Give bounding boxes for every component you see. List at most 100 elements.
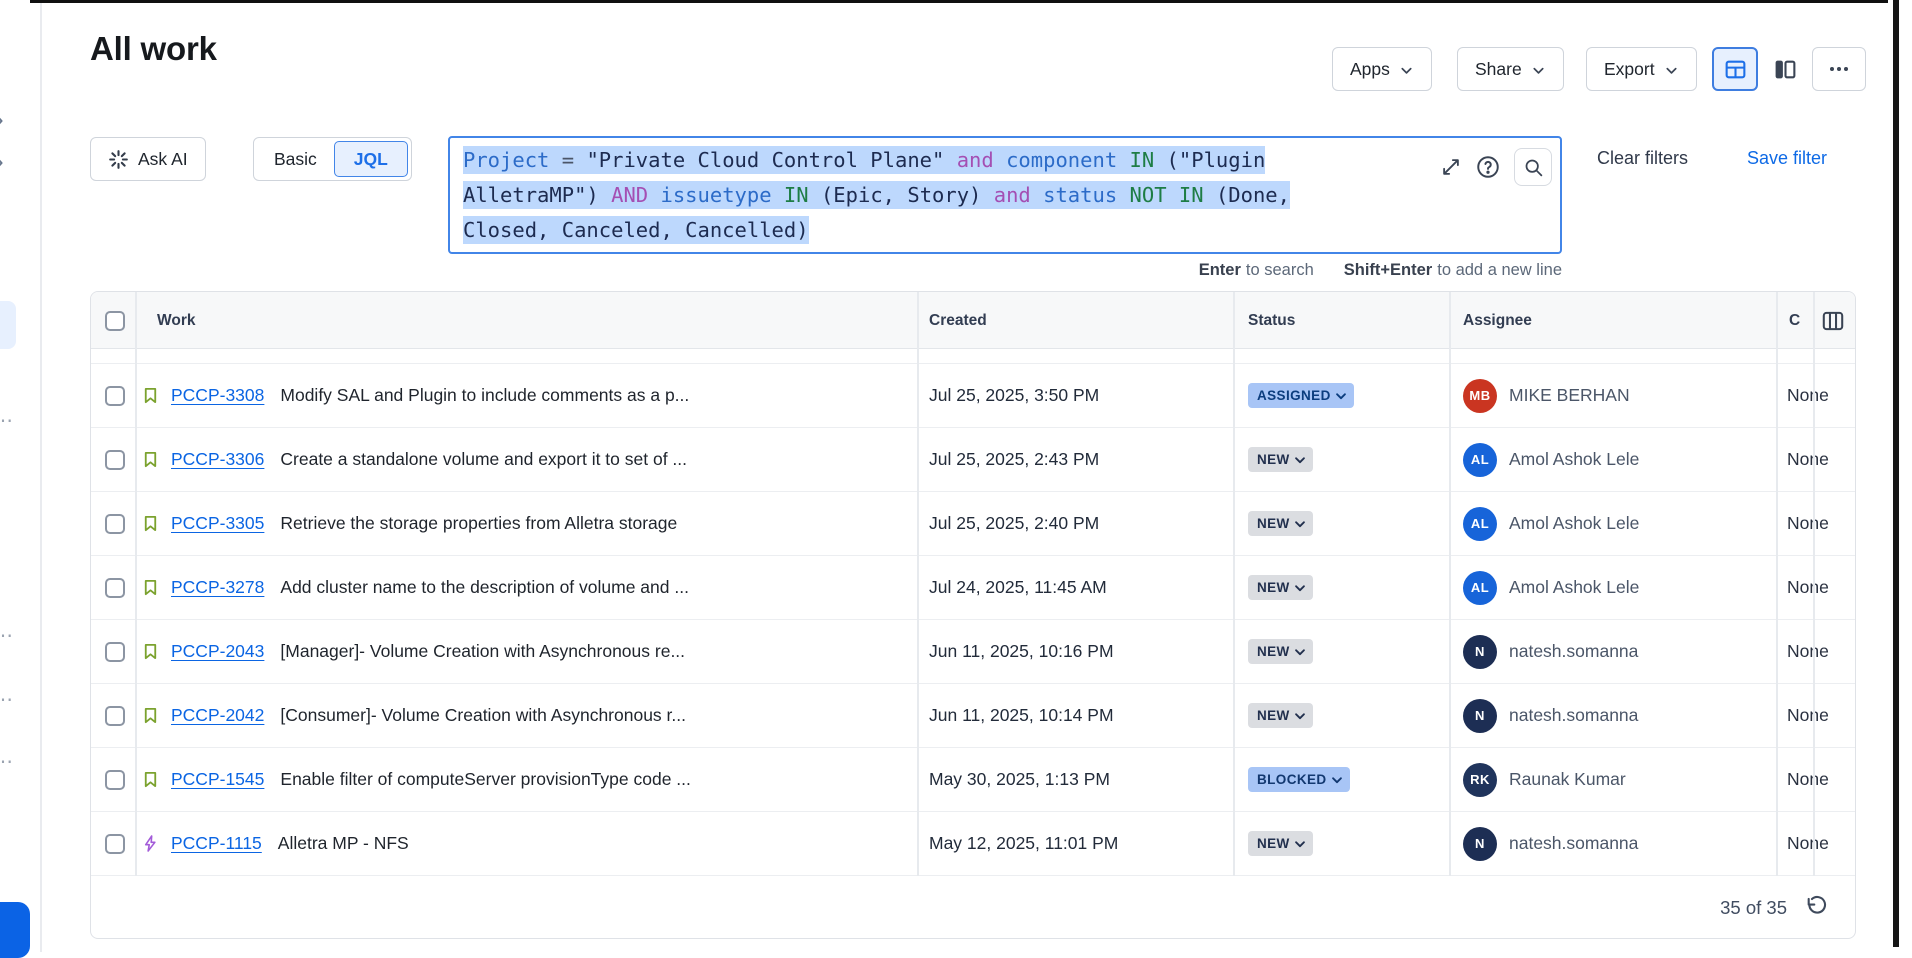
jql-token: status: [1043, 183, 1117, 207]
table-row[interactable]: PCCP-3308 Modify SAL and Plugin to inclu…: [91, 364, 1855, 428]
story-icon: [141, 386, 160, 405]
row-checkbox[interactable]: [105, 706, 125, 726]
export-button[interactable]: Export: [1586, 47, 1697, 91]
column-header-status[interactable]: Status: [1248, 292, 1295, 349]
column-header-assignee[interactable]: Assignee: [1463, 292, 1532, 349]
status-badge[interactable]: NEW: [1248, 575, 1313, 600]
table-row[interactable]: PCCP-2043 [Manager]- Volume Creation wit…: [91, 620, 1855, 684]
syntax-help-button[interactable]: [1475, 154, 1501, 180]
ellipsis-icon: ·: [0, 561, 1, 584]
status-label: BLOCKED: [1257, 772, 1327, 787]
row-checkbox[interactable]: [105, 578, 125, 598]
list-view-toggle[interactable]: [1712, 47, 1758, 91]
issue-key-link[interactable]: PCCP-3308: [171, 385, 264, 406]
status-badge[interactable]: NEW: [1248, 703, 1313, 728]
hint-shift-key: Shift+Enter: [1344, 261, 1432, 279]
table-footer: 35 of 35: [91, 876, 1855, 939]
table-body: PCCP-3308 Modify SAL and Plugin to inclu…: [91, 364, 1855, 876]
issue-key-link[interactable]: PCCP-2042: [171, 705, 264, 726]
issue-key-link[interactable]: PCCP-3306: [171, 449, 264, 470]
jql-mode-button[interactable]: JQL: [334, 141, 408, 177]
table-row[interactable]: PCCP-1545 Enable filter of computeServer…: [91, 748, 1855, 812]
ask-ai-button[interactable]: Ask AI: [90, 137, 206, 181]
jql-token: component: [1006, 148, 1117, 172]
status-label: NEW: [1257, 516, 1290, 531]
table-grid-icon: [1723, 57, 1748, 82]
row-checkbox[interactable]: [105, 450, 125, 470]
sidebar-active-item[interactable]: [0, 301, 16, 349]
issue-key-link[interactable]: PCCP-1115: [171, 833, 262, 854]
avatar: AL: [1463, 443, 1497, 477]
status-badge[interactable]: NEW: [1248, 447, 1313, 472]
chevron-down-icon: [1293, 645, 1307, 659]
created-value: Jul 25, 2025, 2:40 PM: [929, 492, 1099, 555]
more-actions-button[interactable]: [1812, 47, 1866, 91]
jql-input[interactable]: Project = "Private Cloud Control Plane" …: [448, 136, 1562, 254]
refresh-button[interactable]: [1804, 895, 1829, 920]
issue-summary: Alletra MP - NFS: [278, 833, 409, 854]
jql-token: "Private Cloud Control Plane": [586, 148, 944, 172]
status-badge[interactable]: NEW: [1248, 639, 1313, 664]
column-header-work[interactable]: Work: [157, 292, 195, 349]
basic-mode-button[interactable]: Basic: [257, 149, 334, 170]
table-row[interactable]: PCCP-1115 Alletra MP - NFS May 12, 2025,…: [91, 812, 1855, 876]
issue-key-link[interactable]: PCCP-2043: [171, 641, 264, 662]
window-top-edge: [30, 0, 1888, 3]
row-checkbox[interactable]: [105, 642, 125, 662]
status-label: NEW: [1257, 644, 1290, 659]
epic-icon: [141, 834, 160, 853]
run-search-button[interactable]: [1514, 148, 1552, 186]
column-divider: [135, 292, 137, 876]
detail-view-toggle[interactable]: [1762, 47, 1808, 91]
chevron-right-icon[interactable]: ›: [0, 151, 4, 171]
jql-token: AlletraMP"): [463, 183, 611, 207]
status-badge[interactable]: NEW: [1248, 831, 1313, 856]
status-label: NEW: [1257, 452, 1290, 467]
split-panels-icon: [1773, 57, 1798, 82]
issue-key-link[interactable]: PCCP-1545: [171, 769, 264, 790]
ellipsis-icon: ⋯: [0, 687, 14, 712]
table-row[interactable]: PCCP-3306 Create a standalone volume and…: [91, 428, 1855, 492]
story-icon: [141, 770, 160, 789]
row-checkbox[interactable]: [105, 834, 125, 854]
jql-token: (Done,: [1216, 183, 1290, 207]
configure-columns-button[interactable]: [1820, 308, 1846, 339]
chevron-right-icon[interactable]: ›: [0, 109, 4, 129]
table-row[interactable]: PCCP-3278 Add cluster name to the descri…: [91, 556, 1855, 620]
row-checkbox[interactable]: [105, 386, 125, 406]
jql-token: (Epic, Story): [821, 183, 981, 207]
floating-action-button[interactable]: [0, 902, 30, 958]
chevron-down-icon: [1334, 389, 1348, 403]
issue-summary: [Manager]- Volume Creation with Asynchro…: [280, 641, 685, 662]
table-row[interactable]: PCCP-2042 [Consumer]- Volume Creation wi…: [91, 684, 1855, 748]
created-value: May 12, 2025, 11:01 PM: [929, 812, 1118, 875]
row-checkbox[interactable]: [105, 514, 125, 534]
column-header-created[interactable]: Created: [929, 292, 987, 349]
clear-filters-button[interactable]: Clear filters: [1597, 148, 1688, 169]
column-divider: [1813, 292, 1815, 876]
expand-editor-button[interactable]: [1440, 156, 1462, 178]
apps-button[interactable]: Apps: [1332, 47, 1432, 91]
avatar: MB: [1463, 379, 1497, 413]
column-settings-icon: [1820, 308, 1846, 334]
select-all-checkbox[interactable]: [105, 311, 125, 331]
ellipsis-icon: ⋯: [0, 749, 14, 774]
status-badge[interactable]: ASSIGNED: [1248, 383, 1354, 408]
created-value: May 30, 2025, 1:13 PM: [929, 748, 1110, 811]
jql-query-text: Project = "Private Cloud Control Plane" …: [463, 143, 1290, 248]
status-badge[interactable]: BLOCKED: [1248, 767, 1350, 792]
issue-key-link[interactable]: PCCP-3278: [171, 577, 264, 598]
share-button[interactable]: Share: [1457, 47, 1564, 91]
window-right-edge: [1893, 0, 1899, 947]
column-header-truncated[interactable]: C: [1789, 292, 1811, 349]
chevron-down-icon: [1531, 63, 1546, 78]
status-badge[interactable]: NEW: [1248, 511, 1313, 536]
issue-summary: Retrieve the storage properties from All…: [280, 513, 677, 534]
save-filter-button[interactable]: Save filter: [1747, 148, 1827, 169]
column-divider: [1776, 292, 1778, 876]
story-icon: [141, 706, 160, 725]
jql-token: Project: [463, 148, 549, 172]
table-row[interactable]: PCCP-3305 Retrieve the storage propertie…: [91, 492, 1855, 556]
issue-key-link[interactable]: PCCP-3305: [171, 513, 264, 534]
row-checkbox[interactable]: [105, 770, 125, 790]
